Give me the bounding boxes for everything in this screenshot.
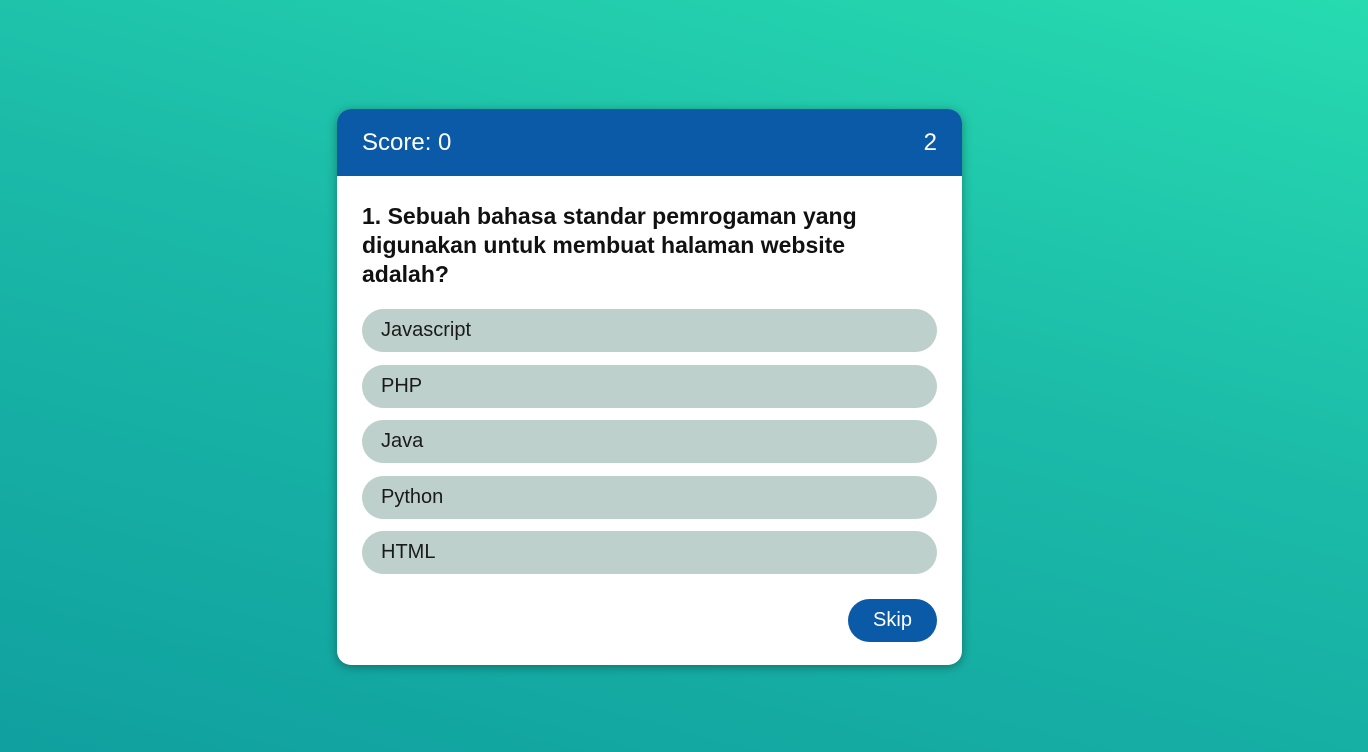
question-text: 1. Sebuah bahasa standar pemrogaman yang… [362,203,857,287]
quiz-footer: Skip [362,599,937,642]
answer-option-label: HTML [381,541,436,563]
quiz-header: Score: 0 2 [337,109,962,176]
answer-option-javascript[interactable]: Javascript [362,309,937,352]
answer-option-java[interactable]: Java [362,420,937,463]
skip-button[interactable]: Skip [848,599,937,642]
answer-option-label: PHP [381,374,423,397]
score-label: Score: 0 [362,128,452,156]
answer-options: Javascript PHP Java Python HTML [362,309,937,574]
quiz-card: Score: 0 2 1. Sebuah bahasa standar pemr… [337,109,962,665]
timer-counter: 2 [923,128,937,156]
quiz-body: 1. Sebuah bahasa standar pemrogaman yang… [337,176,962,642]
answer-option-label: Javascript [381,319,472,341]
answer-option-python[interactable]: Python [362,475,937,519]
answer-option-html[interactable]: HTML [362,531,937,574]
answer-option-label: Java [381,430,424,452]
answer-option-php[interactable]: PHP [362,364,937,408]
answer-option-label: Python [381,485,444,508]
